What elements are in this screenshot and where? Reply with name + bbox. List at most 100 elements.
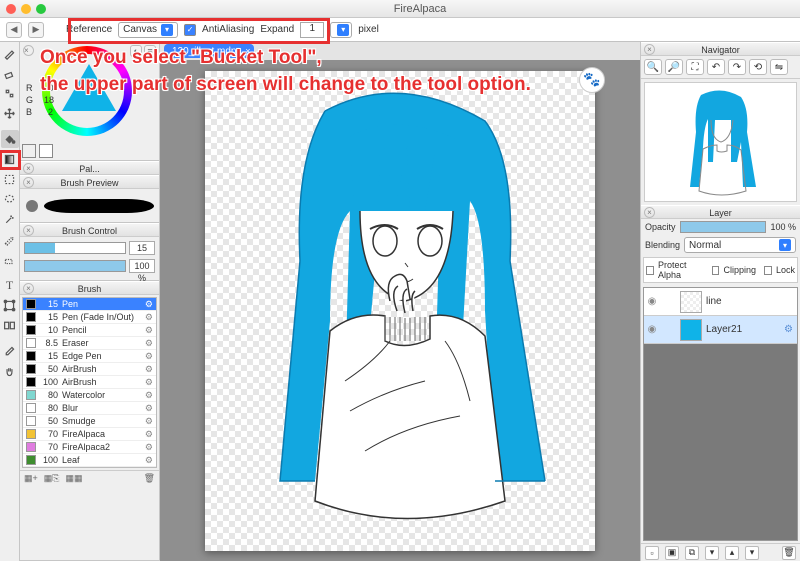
close-window-button[interactable] <box>6 4 16 14</box>
history-forward-button[interactable]: ▶ <box>28 22 44 38</box>
brush-row[interactable]: 100 Leaf ⚙ <box>23 454 156 467</box>
brush-row[interactable]: 15 Edge Pen ⚙ <box>23 350 156 363</box>
canvas[interactable]: 🐾 <box>205 71 595 551</box>
color-bar-mode[interactable]: ≡ <box>144 45 156 57</box>
brush-settings-icon[interactable]: ⚙ <box>145 351 153 362</box>
brush-settings-icon[interactable]: ⚙ <box>145 377 153 388</box>
layer-row[interactable]: ◉ Layer21 ⚙ <box>644 316 797 344</box>
zoom-in-button[interactable]: 🔍 <box>644 59 662 75</box>
control-close[interactable]: × <box>23 225 34 236</box>
rotate-right-button[interactable]: ↷ <box>728 59 746 75</box>
brush-settings-icon[interactable]: ⚙ <box>145 299 153 310</box>
divide-tool[interactable] <box>1 316 19 334</box>
brush-list[interactable]: 15 Pen ⚙ 15 Pen (Fade In/Out) ⚙ 10 Penci… <box>22 297 157 468</box>
bucket-tool[interactable] <box>1 130 19 148</box>
brush-row[interactable]: 10 Pencil ⚙ <box>23 324 156 337</box>
delete-brush-button[interactable]: 🗑 <box>144 473 155 484</box>
preview-close[interactable]: × <box>23 177 34 188</box>
bg-swatch[interactable] <box>39 144 53 158</box>
brush-size-value[interactable]: 15 <box>129 241 155 255</box>
navigator-thumbnail[interactable] <box>644 82 797 202</box>
brush-tool[interactable] <box>1 44 19 62</box>
delete-layer-button[interactable]: 🗑 <box>782 546 796 560</box>
text-tool[interactable]: T <box>1 276 19 294</box>
gradient-tool[interactable] <box>1 150 19 168</box>
brush-settings-icon[interactable]: ⚙ <box>145 403 153 414</box>
zoom-window-button[interactable] <box>36 4 46 14</box>
color-panel-close[interactable]: × <box>23 45 34 56</box>
clipping-checkbox[interactable] <box>712 266 720 275</box>
eraser-tool[interactable] <box>1 64 19 82</box>
layer-list[interactable]: ◉ line ◉ Layer21 ⚙ <box>643 287 798 541</box>
opacity-slider[interactable] <box>680 221 767 233</box>
blending-select[interactable]: Normal ▾ <box>684 237 796 253</box>
add-brush-file-button[interactable]: ▦⎘ <box>44 473 60 484</box>
brush-row[interactable]: 15 Pen ⚙ <box>23 298 156 311</box>
lasso-tool[interactable] <box>1 190 19 208</box>
brush-settings-icon[interactable]: ⚙ <box>145 390 153 401</box>
reference-select[interactable]: Canvas ▾ <box>118 22 178 38</box>
brush-settings-icon[interactable]: ⚙ <box>145 312 153 323</box>
dot-tool[interactable] <box>1 84 19 102</box>
expand-stepper[interactable]: ▾ <box>330 22 352 38</box>
antialias-checkbox[interactable]: ✓ <box>184 24 196 36</box>
flip-button[interactable]: ⇋ <box>770 59 788 75</box>
author-avatar-icon[interactable]: 🐾 <box>579 67 605 93</box>
new-layer-button[interactable]: ▫ <box>645 546 659 560</box>
add-brush-button[interactable]: ▦+ <box>24 473 38 484</box>
move-tool[interactable] <box>1 104 19 122</box>
brush-settings-icon[interactable]: ⚙ <box>145 325 153 336</box>
layer-row[interactable]: ◉ line <box>644 288 797 316</box>
color-wheel-mode[interactable]: ◐ <box>130 45 142 57</box>
brush-size-slider[interactable] <box>24 242 126 254</box>
brushlist-close[interactable]: × <box>23 283 34 294</box>
selectpen-tool[interactable] <box>1 230 19 248</box>
merge-layer-button[interactable]: ▾ <box>705 546 719 560</box>
layer-visibility-icon[interactable]: ◉ <box>644 324 660 335</box>
brush-opacity-slider[interactable] <box>24 260 126 272</box>
brush-settings-icon[interactable]: ⚙ <box>145 338 153 349</box>
protect-alpha-checkbox[interactable] <box>646 266 654 275</box>
object-tool[interactable] <box>1 296 19 314</box>
layer-settings-icon[interactable]: ⚙ <box>784 324 793 335</box>
fg-swatch[interactable] <box>22 144 36 158</box>
history-back-button[interactable]: ◀ <box>6 22 22 38</box>
brush-row[interactable]: 100 AirBrush ⚙ <box>23 376 156 389</box>
color-triangle[interactable] <box>62 64 116 111</box>
brush-settings-icon[interactable]: ⚙ <box>145 429 153 440</box>
minimize-window-button[interactable] <box>21 4 31 14</box>
close-tab-icon[interactable]: × <box>245 46 250 56</box>
brush-settings-icon[interactable]: ⚙ <box>145 455 153 466</box>
rotate-left-button[interactable]: ↶ <box>707 59 725 75</box>
navigator-close[interactable]: × <box>644 44 655 55</box>
fit-button[interactable]: ⛶ <box>686 59 704 75</box>
layer-visibility-icon[interactable]: ◉ <box>644 296 660 307</box>
brush-opacity-value[interactable]: 100 % <box>129 259 155 273</box>
lock-checkbox[interactable] <box>764 266 772 275</box>
dup-brush-button[interactable]: ▦▦ <box>65 473 82 484</box>
eyedropper-tool[interactable] <box>1 342 19 360</box>
brush-row[interactable]: 80 Blur ⚙ <box>23 402 156 415</box>
brush-settings-icon[interactable]: ⚙ <box>145 416 153 427</box>
brush-row[interactable]: 70 FireAlpaca ⚙ <box>23 428 156 441</box>
brush-row[interactable]: 50 AirBrush ⚙ <box>23 363 156 376</box>
hand-tool[interactable] <box>1 362 19 380</box>
brush-settings-icon[interactable]: ⚙ <box>145 442 153 453</box>
brush-row[interactable]: 70 FireAlpaca2 ⚙ <box>23 441 156 454</box>
layer-close[interactable]: × <box>644 207 655 218</box>
selecterase-tool[interactable] <box>1 250 19 268</box>
brush-row[interactable]: 8.5 Eraser ⚙ <box>23 337 156 350</box>
new-folder-button[interactable]: ▣ <box>665 546 679 560</box>
rotate-reset-button[interactable]: ⟲ <box>749 59 767 75</box>
brush-settings-icon[interactable]: ⚙ <box>145 364 153 375</box>
brush-row[interactable]: 50 Smudge ⚙ <box>23 415 156 428</box>
layer-down-button[interactable]: ▾ <box>745 546 759 560</box>
zoom-out-button[interactable]: 🔎 <box>665 59 683 75</box>
wand-tool[interactable] <box>1 210 19 228</box>
dup-layer-button[interactable]: ⧉ <box>685 546 699 560</box>
brush-row[interactable]: 15 Pen (Fade In/Out) ⚙ <box>23 311 156 324</box>
document-tab[interactable]: 120_illust.mdp × <box>164 44 254 58</box>
select-tool[interactable] <box>1 170 19 188</box>
expand-input[interactable]: 1 <box>300 22 324 38</box>
layer-up-button[interactable]: ▴ <box>725 546 739 560</box>
